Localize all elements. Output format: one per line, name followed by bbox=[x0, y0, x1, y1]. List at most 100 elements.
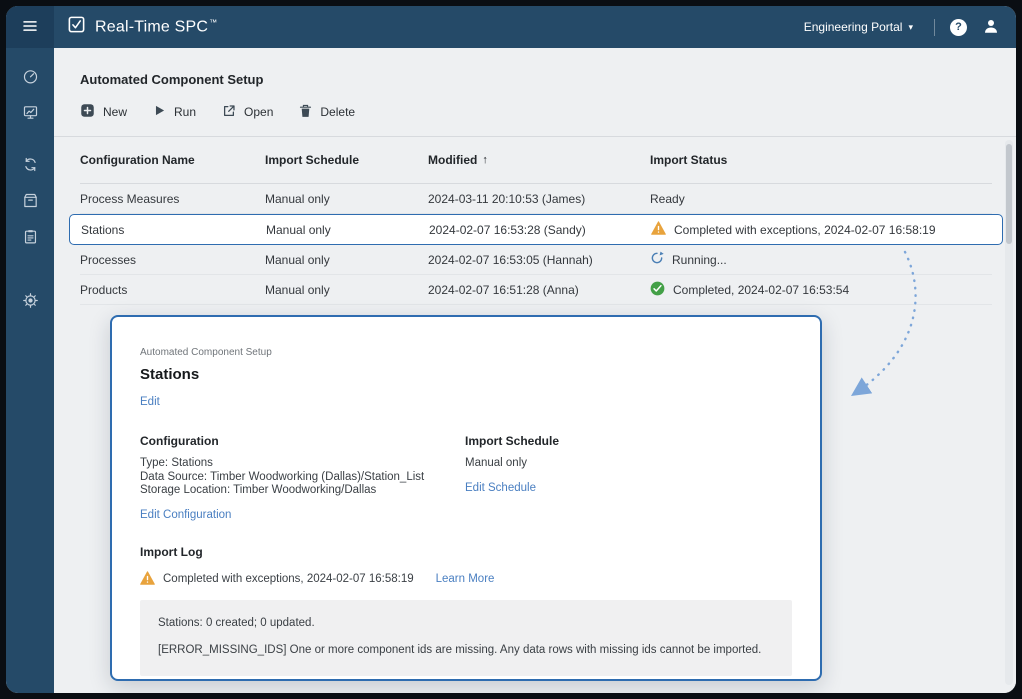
open-external-icon bbox=[222, 104, 236, 121]
log-line-summary: Stations: 0 created; 0 updated. bbox=[158, 617, 774, 629]
detail-context-label: Automated Component Setup bbox=[140, 347, 792, 358]
portal-selector[interactable]: Engineering Portal ▾ bbox=[798, 19, 919, 35]
new-button[interactable]: New bbox=[80, 103, 127, 121]
configuration-type: Type: Stations bbox=[140, 457, 465, 471]
new-button-label: New bbox=[103, 105, 127, 119]
edit-link[interactable]: Edit bbox=[140, 396, 160, 408]
log-line-error: [ERROR_MISSING_IDS] One or more componen… bbox=[158, 644, 774, 656]
brand: Real-Time SPC™ bbox=[67, 15, 217, 39]
open-button-label: Open bbox=[244, 105, 273, 119]
modified-cell: 2024-02-07 16:53:28 (Sandy) bbox=[429, 223, 651, 237]
run-button[interactable]: Run bbox=[153, 104, 196, 120]
delete-button[interactable]: Delete bbox=[299, 104, 355, 121]
import-log-status: Completed with exceptions, 2024-02-07 16… bbox=[140, 571, 792, 588]
sidebar-item-dashboard[interactable] bbox=[18, 66, 42, 90]
sync-icon bbox=[22, 156, 39, 176]
configuration-heading: Configuration bbox=[140, 434, 465, 448]
sort-ascending-icon: ↑ bbox=[482, 154, 488, 166]
log-status-text: Completed with exceptions, 2024-02-07 16… bbox=[163, 573, 414, 585]
config-name-cell: Process Measures bbox=[80, 192, 265, 206]
hamburger-icon bbox=[21, 17, 39, 38]
table-row-stations-selected[interactable]: Stations Manual only 2024-02-07 16:53:28… bbox=[69, 214, 1003, 245]
sidebar-item-sync[interactable] bbox=[18, 154, 42, 178]
status-text: Completed, 2024-02-07 16:53:54 bbox=[673, 283, 849, 297]
top-bar: Real-Time SPC™ Engineering Portal ▾ ? bbox=[6, 6, 1016, 48]
modified-cell: 2024-02-07 16:51:28 (Anna) bbox=[428, 283, 650, 297]
menu-button[interactable] bbox=[6, 6, 54, 48]
modified-cell: 2024-03-11 20:10:53 (James) bbox=[428, 192, 650, 206]
import-schedule-heading: Import Schedule bbox=[465, 434, 792, 448]
learn-more-link[interactable]: Learn More bbox=[436, 573, 495, 585]
config-name-cell: Processes bbox=[80, 253, 265, 267]
import-status-cell: Ready bbox=[650, 192, 992, 206]
sidebar-item-storage[interactable] bbox=[18, 190, 42, 214]
import-status-cell: Completed, 2024-02-07 16:53:54 bbox=[650, 281, 992, 299]
sidebar-item-settings[interactable] bbox=[18, 290, 42, 314]
column-header-modified[interactable]: Modified ↑ bbox=[428, 153, 650, 167]
sidebar-item-charts[interactable] bbox=[18, 102, 42, 126]
import-log-output: Stations: 0 created; 0 updated. [ERROR_M… bbox=[140, 600, 792, 676]
import-schedule-cell: Manual only bbox=[265, 253, 428, 267]
topbar-right: Engineering Portal ▾ ? bbox=[798, 17, 1016, 38]
table-row-processes[interactable]: Processes Manual only 2024-02-07 16:53:0… bbox=[80, 245, 992, 275]
status-text: Completed with exceptions, 2024-02-07 16… bbox=[674, 223, 936, 237]
import-schedule-cell: Manual only bbox=[265, 192, 428, 206]
toolbar: New Run Open bbox=[54, 87, 1016, 137]
plus-icon bbox=[80, 103, 95, 121]
delete-button-label: Delete bbox=[320, 105, 355, 119]
warning-icon bbox=[140, 571, 155, 588]
trademark: ™ bbox=[209, 18, 217, 27]
app-window: Real-Time SPC™ Engineering Portal ▾ ? bbox=[6, 6, 1016, 693]
status-text: Running... bbox=[672, 253, 727, 267]
import-schedule-cell: Manual only bbox=[265, 283, 428, 297]
trash-icon bbox=[299, 104, 312, 121]
config-name-cell: Stations bbox=[81, 223, 266, 237]
user-button[interactable] bbox=[982, 17, 1000, 38]
storage-box-icon bbox=[22, 192, 39, 212]
table-row-process-measures[interactable]: Process Measures Manual only 2024-03-11 … bbox=[80, 184, 992, 214]
table-row-products[interactable]: Products Manual only 2024-02-07 16:51:28… bbox=[80, 275, 992, 305]
play-icon bbox=[153, 104, 166, 120]
scrollbar[interactable] bbox=[1005, 140, 1013, 685]
configuration-data-source: Data Source: Timber Woodworking (Dallas)… bbox=[140, 471, 465, 485]
gear-icon bbox=[22, 292, 39, 312]
logo-icon bbox=[67, 15, 86, 39]
chevron-down-icon: ▾ bbox=[908, 23, 913, 32]
column-header-import-status[interactable]: Import Status bbox=[650, 153, 992, 167]
scrollbar-thumb[interactable] bbox=[1006, 144, 1012, 244]
edit-schedule-link[interactable]: Edit Schedule bbox=[465, 482, 536, 494]
detail-title: Stations bbox=[140, 366, 792, 383]
import-log-heading: Import Log bbox=[140, 545, 792, 559]
success-check-icon bbox=[650, 281, 665, 299]
config-name-cell: Products bbox=[80, 283, 265, 297]
page-title: Automated Component Setup bbox=[54, 48, 1016, 87]
configuration-section: Configuration Type: Stations Data Source… bbox=[140, 434, 465, 523]
edit-configuration-link[interactable]: Edit Configuration bbox=[140, 509, 231, 521]
sidebar-item-worksheets[interactable] bbox=[18, 226, 42, 250]
portal-label: Engineering Portal bbox=[804, 20, 903, 34]
detail-columns: Configuration Type: Stations Data Source… bbox=[140, 434, 792, 523]
clipboard-icon bbox=[22, 228, 39, 248]
table-header-row: Configuration Name Import Schedule Modif… bbox=[80, 137, 992, 184]
import-status-cell: Running... bbox=[650, 251, 992, 268]
import-status-cell: Completed with exceptions, 2024-02-07 16… bbox=[651, 221, 991, 238]
status-text: Ready bbox=[650, 192, 685, 206]
import-schedule-cell: Manual only bbox=[266, 223, 429, 237]
detail-panel: Automated Component Setup Stations Edit … bbox=[110, 315, 822, 681]
help-button[interactable]: ? bbox=[950, 19, 967, 36]
modified-cell: 2024-02-07 16:53:05 (Hannah) bbox=[428, 253, 650, 267]
open-button[interactable]: Open bbox=[222, 104, 273, 121]
running-refresh-icon bbox=[650, 251, 664, 268]
configuration-storage-location: Storage Location: Timber Woodworking/Dal… bbox=[140, 484, 465, 498]
warning-icon bbox=[651, 221, 666, 238]
chart-monitor-icon bbox=[22, 104, 39, 124]
app-title: Real-Time SPC™ bbox=[95, 18, 217, 36]
column-header-configuration-name[interactable]: Configuration Name bbox=[80, 153, 265, 167]
import-schedule-section: Import Schedule Manual only Edit Schedul… bbox=[465, 434, 792, 523]
topbar-divider bbox=[934, 19, 935, 36]
user-icon bbox=[982, 17, 1000, 38]
sidebar bbox=[6, 48, 54, 693]
gauge-icon bbox=[22, 68, 39, 88]
help-icon: ? bbox=[950, 19, 967, 36]
column-header-import-schedule[interactable]: Import Schedule bbox=[265, 153, 428, 167]
